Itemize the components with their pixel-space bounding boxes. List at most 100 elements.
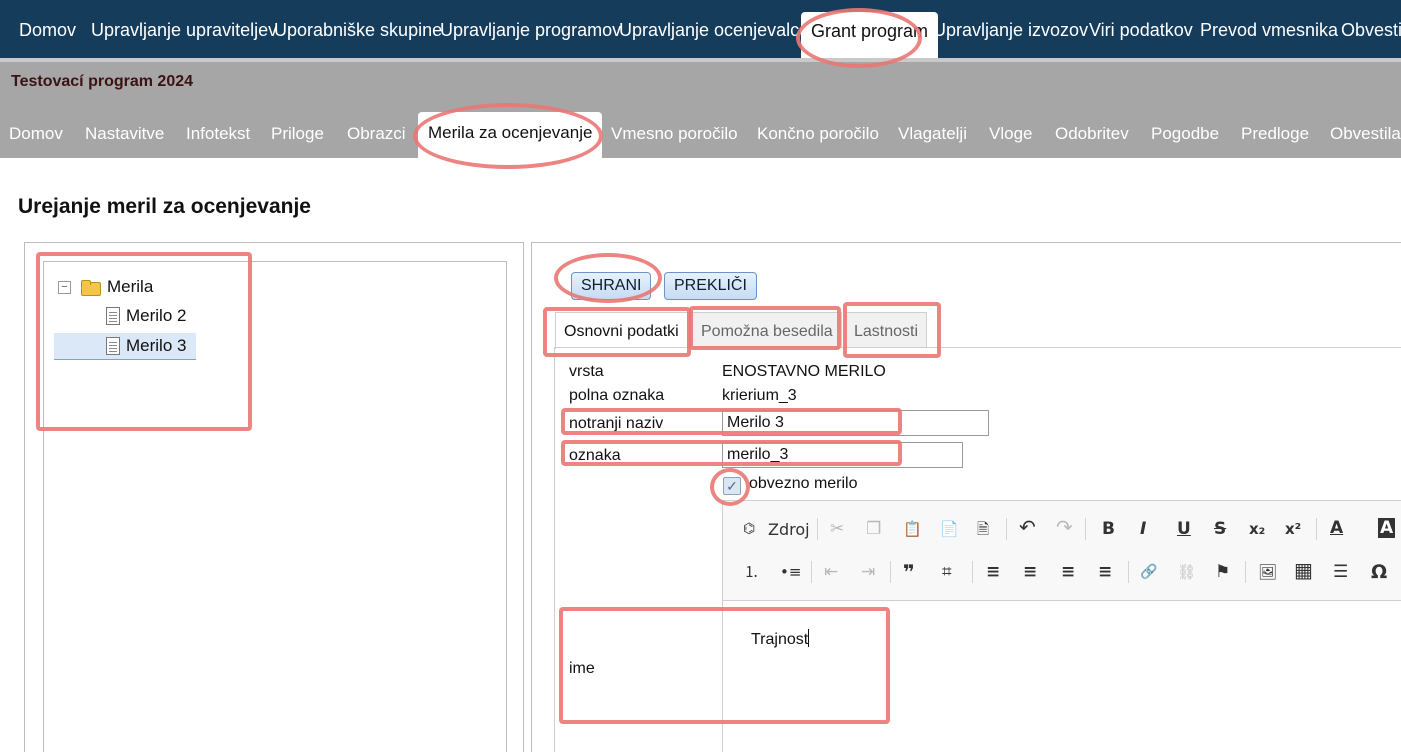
tree-root[interactable]: − Merila	[58, 277, 153, 297]
sub-nav-merila-za-ocenjevanje[interactable]: Merila za ocenjevanje	[418, 112, 603, 158]
top-nav-upravljanje-upraviteljev[interactable]: Upravljanje upraviteljev	[91, 0, 277, 58]
paste-text-icon[interactable]: 📄	[940, 519, 959, 539]
sub-nav-vlagatelji[interactable]: Vlagatelji	[898, 124, 967, 144]
top-nav-grant-program[interactable]: Grant program	[801, 12, 939, 58]
bold-icon[interactable]: B	[1102, 519, 1115, 539]
polna-oznaka-value: krierium_3	[722, 387, 797, 404]
undo-icon[interactable]: ↶	[1019, 517, 1036, 537]
top-nav-domov[interactable]: Domov	[19, 0, 76, 58]
align-center-icon[interactable]: ≡	[1023, 562, 1037, 582]
toolbar-separator	[1316, 518, 1317, 540]
link-icon[interactable]: 🔗	[1140, 562, 1157, 582]
table-icon[interactable]: ▦	[1294, 560, 1313, 580]
top-nav-viri-podatkov[interactable]: Viri podatkov	[1089, 0, 1193, 58]
redo-icon[interactable]: ↷	[1056, 517, 1073, 537]
toolbar-separator	[1085, 518, 1086, 540]
special-character-icon[interactable]: Ω	[1371, 562, 1387, 582]
source-icon[interactable]: ⌬	[743, 519, 755, 539]
top-nav-upravljanje-ocenjevalcev[interactable]: Upravljanje ocenjevalcev	[619, 0, 818, 58]
polna-oznaka-label: polna oznaka	[569, 387, 665, 404]
top-nav-upravljanje-programov[interactable]: Upravljanje programov	[440, 0, 621, 58]
oznaka-label: oznaka	[569, 447, 621, 464]
sub-nav-obvestila[interactable]: Obvestila	[1330, 124, 1401, 144]
tree-item-merilo-2[interactable]: Merilo 2	[106, 306, 186, 326]
sub-nav-domov[interactable]: Domov	[9, 124, 63, 144]
cancel-button[interactable]: PREKLIČI	[664, 272, 757, 300]
sub-nav-odobritev[interactable]: Odobritev	[1055, 124, 1129, 144]
paste-icon[interactable]: 📋	[903, 519, 922, 539]
oznaka-input[interactable]	[722, 442, 963, 468]
sub-nav-priloge[interactable]: Priloge	[271, 124, 324, 144]
tree-item-label: Merilo 3	[126, 336, 187, 355]
strikethrough-icon[interactable]: S	[1214, 519, 1226, 539]
top-nav: Domov Upravljanje upraviteljev Uporabniš…	[0, 0, 1401, 58]
toolbar-separator	[1006, 518, 1007, 540]
blockquote-icon[interactable]: ❞	[903, 562, 915, 582]
paste-word-icon[interactable]: 🗎	[977, 519, 989, 539]
background-color-icon[interactable]: A	[1378, 518, 1396, 538]
save-button[interactable]: SHRANI	[571, 272, 652, 300]
page-title: Urejanje meril za ocenjevanje	[18, 195, 311, 218]
vrsta-label: vrsta	[569, 363, 604, 380]
toolbar-separator	[890, 561, 891, 583]
div-container-icon[interactable]: ⌗	[942, 562, 952, 582]
tab-pomozna-besedila[interactable]: Pomožna besedila	[692, 312, 842, 348]
superscript-icon[interactable]: x²	[1285, 519, 1301, 539]
obvezno-merilo-checkbox[interactable]: ✓	[723, 477, 741, 495]
numbered-list-icon[interactable]: ⒈	[744, 562, 759, 582]
text-color-icon[interactable]: A	[1330, 518, 1343, 538]
sub-nav-vloge[interactable]: Vloge	[989, 124, 1032, 144]
folder-open-icon	[81, 279, 101, 296]
document-icon	[106, 307, 120, 325]
unlink-icon[interactable]: ⛓	[1177, 562, 1196, 582]
text-caret	[808, 629, 810, 647]
bulleted-list-icon[interactable]: •≡	[780, 562, 801, 582]
underline-icon[interactable]: U	[1177, 519, 1191, 539]
sub-nav-obrazci[interactable]: Obrazci	[347, 124, 406, 144]
align-justify-icon[interactable]: ≡	[1098, 562, 1112, 582]
sub-nav-infotekst[interactable]: Infotekst	[186, 124, 250, 144]
image-icon[interactable]: 🖼	[1258, 562, 1277, 582]
source-button-label[interactable]: Zdroj	[768, 520, 810, 540]
toolbar-separator	[972, 561, 973, 583]
copy-icon[interactable]: ❐	[866, 519, 881, 539]
notranji-naziv-input[interactable]	[722, 410, 989, 436]
editor-toolbar: ⌬ Zdroj ✂ ❐ 📋 📄 🗎 ↶ ↷ B I U S x₂ x² A A …	[723, 501, 1401, 601]
cut-icon[interactable]: ✂	[830, 519, 844, 539]
document-icon	[106, 337, 120, 355]
divider	[554, 347, 1401, 348]
outdent-icon[interactable]: ⇤	[824, 562, 838, 582]
sub-nav-vmesno-porocilo[interactable]: Vmesno poročilo	[611, 124, 738, 144]
sub-nav-nastavitve[interactable]: Nastavitve	[85, 124, 164, 144]
toolbar-separator	[1245, 561, 1246, 583]
program-bar: Testovací program 2024 Domov Nastavitve …	[0, 58, 1401, 158]
indent-icon[interactable]: ⇥	[861, 562, 875, 582]
divider	[554, 347, 555, 752]
editor-content[interactable]: Trajnost	[751, 629, 810, 649]
sub-nav-pogodbe[interactable]: Pogodbe	[1151, 124, 1219, 144]
sub-nav-predloge[interactable]: Predloge	[1241, 124, 1309, 144]
toolbar-separator	[811, 561, 812, 583]
ime-value: Trajnost	[751, 631, 809, 648]
subscript-icon[interactable]: x₂	[1249, 519, 1265, 539]
program-title: Testovací program 2024	[11, 73, 194, 90]
align-left-icon[interactable]: ≡	[986, 562, 1000, 582]
align-right-icon[interactable]: ≡	[1061, 562, 1075, 582]
horizontal-line-icon[interactable]: ☰	[1333, 562, 1348, 582]
top-nav-uporabniske-skupine[interactable]: Uporabniške skupine	[274, 0, 442, 58]
tree-item-merilo-3[interactable]: Merilo 3	[54, 333, 196, 360]
top-nav-prevod-vmesnika[interactable]: Prevod vmesnika	[1200, 0, 1338, 58]
collapse-toggle-icon[interactable]: −	[58, 280, 71, 294]
top-nav-upravljanje-izvozov[interactable]: Upravljanje izvozov	[933, 0, 1088, 58]
anchor-flag-icon[interactable]: ⚑	[1215, 562, 1230, 582]
tab-osnovni-podatki[interactable]: Osnovni podatki	[555, 312, 688, 349]
italic-icon[interactable]: I	[1140, 519, 1146, 539]
top-nav-obvestila[interactable]: Obvestila	[1341, 0, 1401, 58]
rich-text-editor: ⌬ Zdroj ✂ ❐ 📋 📄 🗎 ↶ ↷ B I U S x₂ x² A A …	[722, 500, 1401, 752]
ime-label: ime	[569, 660, 595, 677]
sub-nav-koncno-porocilo[interactable]: Končno poročilo	[757, 124, 879, 144]
tab-lastnosti[interactable]: Lastnosti	[845, 312, 928, 348]
divider	[0, 58, 1401, 62]
tree-panel	[24, 242, 524, 752]
tree-root-label: Merila	[107, 277, 154, 296]
